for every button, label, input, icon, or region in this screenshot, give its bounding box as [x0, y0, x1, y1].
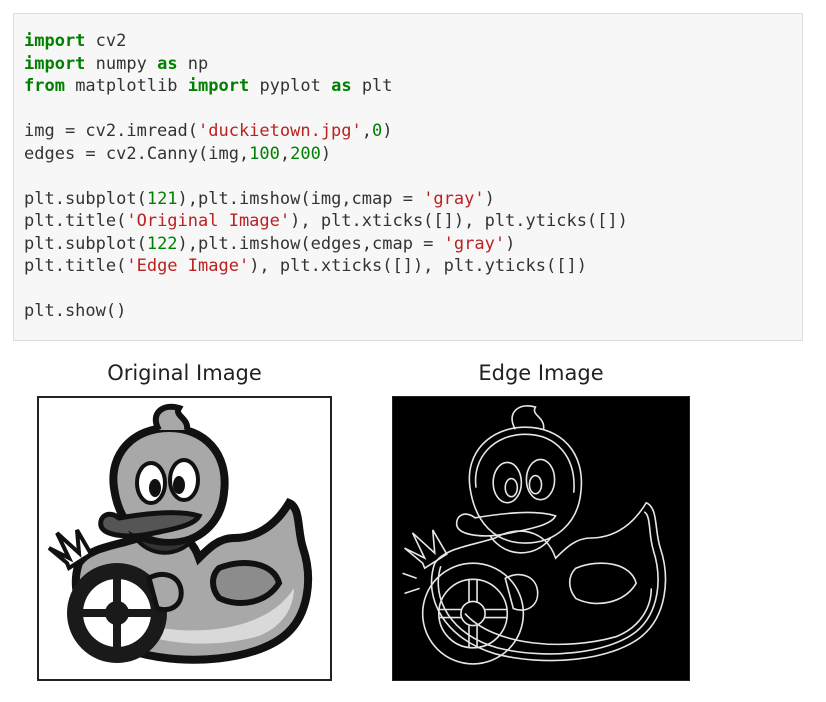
code-token: 'duckietown.jpg': [198, 121, 362, 141]
code-line: plt.subplot(121),plt.imshow(img,cmap = '…: [24, 188, 628, 211]
code-token: ): [484, 188, 495, 209]
duck-grayscale-illustration: [47, 403, 313, 664]
code-line: from matplotlib import pyplot as plt: [24, 75, 628, 98]
code-line: plt.subplot(122),plt.imshow(edges,cmap =…: [24, 233, 628, 256]
code-cell[interactable]: import cv2 import numpy as np from matplot…: [13, 13, 803, 341]
code-editor[interactable]: import cv2 import numpy as np from matplot…: [24, 30, 628, 323]
code-token: ,: [279, 143, 291, 164]
code-token: import: [24, 31, 86, 51]
code-token: 200: [290, 143, 321, 164]
code-token: from: [24, 76, 65, 96]
code-token: numpy: [85, 53, 158, 74]
code-token: ), plt.xticks([]), plt.yticks([]): [290, 211, 628, 231]
code-token: edges = cv2.Canny(img,: [24, 143, 250, 164]
code-token: cv2: [85, 31, 127, 51]
code-token: 'Edge Image': [126, 256, 250, 276]
code-line: plt.show(): [24, 300, 628, 323]
code-token: 0: [372, 121, 383, 141]
code-line: img = cv2.imread('duckietown.jpg',0): [24, 120, 628, 143]
code-token: img = cv2.imread(: [24, 121, 198, 141]
duck-edge-illustration: [402, 405, 667, 665]
code-token: ),plt.imshow(img,cmap =: [177, 188, 424, 209]
code-token: pyplot: [249, 76, 332, 96]
code-token: 'Original Image': [126, 211, 291, 231]
code-line: edges = cv2.Canny(img,100,200): [24, 143, 628, 166]
code-token: ), plt.xticks([]), plt.yticks([]): [249, 256, 587, 276]
code-token: ): [382, 121, 393, 141]
code-token: np: [177, 53, 209, 74]
code-token: 100: [249, 143, 280, 164]
code-token: ),plt.imshow(edges,cmap =: [177, 233, 444, 254]
code-token: plt.show(): [24, 301, 127, 321]
code-line: import cv2: [24, 30, 628, 53]
code-token: plt.subplot(: [24, 188, 147, 209]
edge-image: [392, 396, 690, 681]
code-token: ,: [361, 121, 373, 141]
code-line: plt.title('Original Image'), plt.xticks(…: [24, 210, 628, 233]
code-token: plt.title(: [24, 256, 127, 276]
code-token: 'gray': [443, 233, 506, 254]
code-token: plt.subplot(: [24, 233, 147, 254]
code-token: ): [505, 233, 516, 254]
output-area: Original Image Edge Image: [0, 348, 826, 702]
code-token: 'gray': [423, 188, 485, 209]
original-image: [37, 396, 332, 681]
code-token: ): [320, 143, 332, 164]
code-token: 121: [146, 188, 178, 209]
code-token: import: [24, 53, 86, 74]
edge-image-title: Edge Image: [478, 361, 604, 385]
code-token: plt.title(: [24, 211, 127, 231]
code-token: 122: [146, 233, 178, 254]
code-token: as: [157, 53, 178, 74]
code-line: plt.title('Edge Image'), plt.xticks([]),…: [24, 255, 628, 278]
code-token: matplotlib: [64, 76, 188, 96]
code-line: import numpy as np: [24, 53, 628, 76]
code-token: as: [331, 76, 352, 96]
original-image-title: Original Image: [107, 361, 262, 385]
code-token: plt: [351, 76, 393, 96]
code-token: import: [187, 76, 250, 96]
